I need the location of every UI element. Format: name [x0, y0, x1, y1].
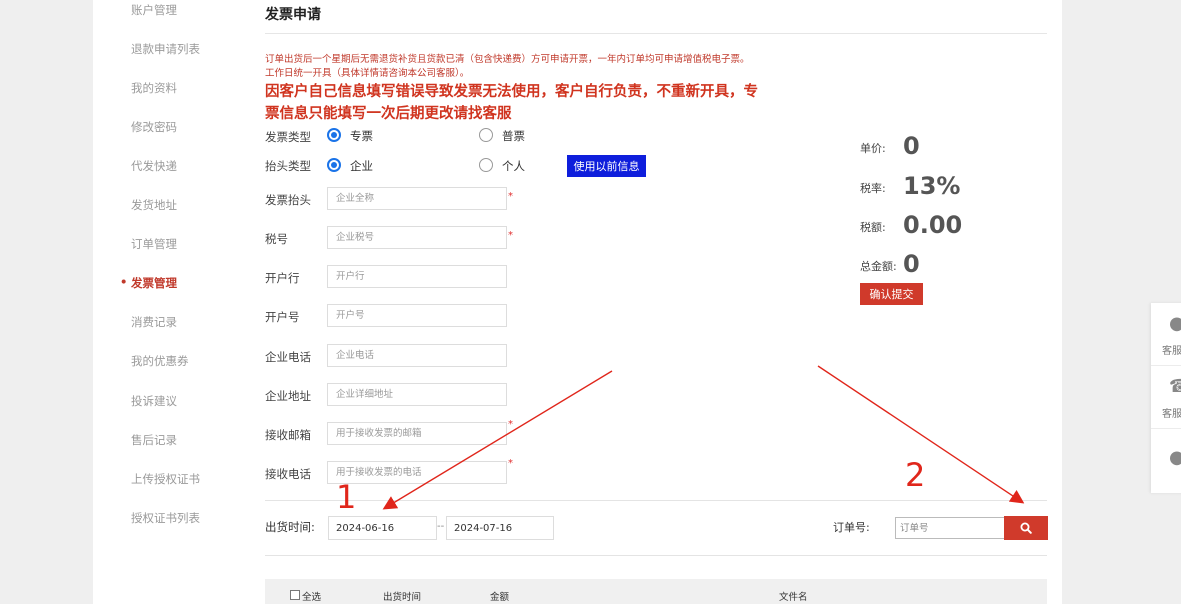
annotation-number-1: 1	[336, 478, 357, 516]
annotation-arrows	[382, 365, 1025, 510]
annotation-arrow-1	[382, 370, 613, 510]
annotation-number-2: 2	[905, 456, 926, 494]
